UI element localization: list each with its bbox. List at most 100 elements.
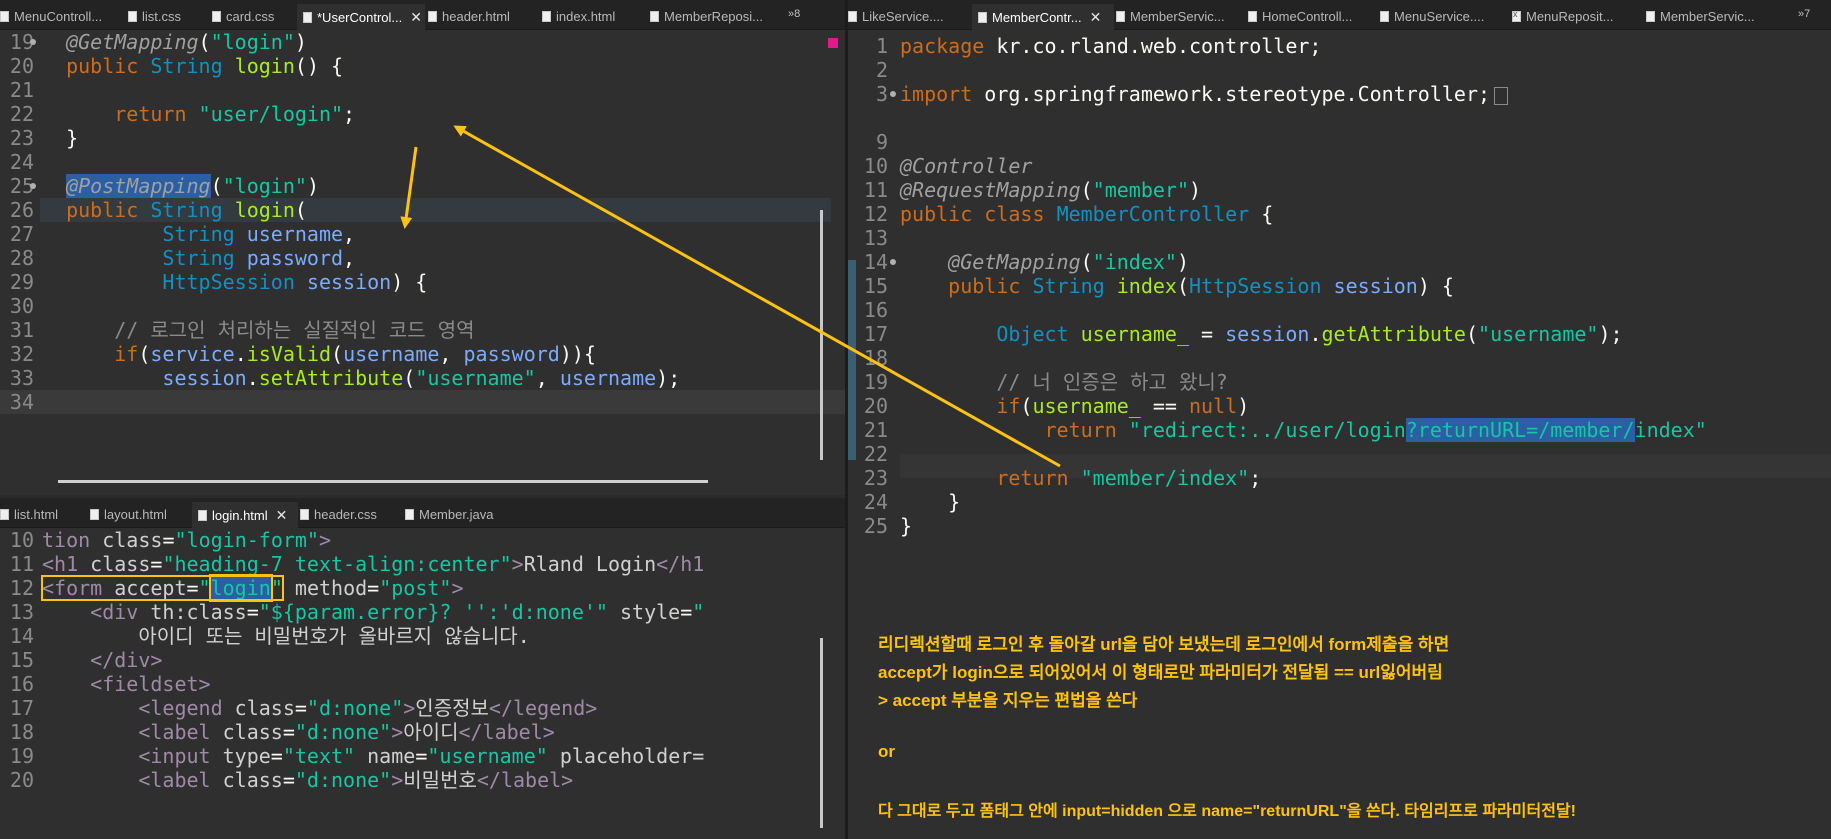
code-line: 23 } xyxy=(9,126,79,150)
java-file-icon xyxy=(1116,10,1125,22)
css-file-icon xyxy=(212,10,221,22)
java-file-icon xyxy=(405,508,414,520)
code-line: 21 return "redirect:../user/login?return… xyxy=(863,418,1707,442)
tab-header-css[interactable]: header.css xyxy=(300,503,400,525)
tab-member-controller[interactable]: MemberContr... ✕ xyxy=(972,4,1114,30)
tab-menu-service[interactable]: MenuService.... xyxy=(1380,5,1508,27)
code-line: 20 if(username_ == null) xyxy=(863,394,1250,418)
java-file-icon xyxy=(1248,10,1257,22)
annotation-line-1: 리디렉션할때 로그인 후 돌아갈 url을 담아 보냈는데 로그인에서 form… xyxy=(878,635,1450,654)
code-line: 26 public String login( xyxy=(9,198,307,222)
java-file-icon xyxy=(0,10,9,22)
html-file-icon xyxy=(428,10,437,22)
vertical-scrollbar[interactable] xyxy=(820,210,823,460)
tab-member-service[interactable]: MemberServic... xyxy=(1116,5,1248,27)
code-line: 14 아이디 또는 비밀번호가 올바르지 않습니다. xyxy=(9,624,530,648)
java-file-icon xyxy=(1646,10,1655,22)
code-line: 20 public String login() { xyxy=(9,54,344,78)
tab-index-html[interactable]: index.html xyxy=(542,5,637,27)
code-line: 19 @GetMapping("login") xyxy=(9,30,307,54)
code-line: 19 // 너 인증은 하고 왔니? xyxy=(863,370,1228,394)
code-line: 13 <div th:class="${param.error}? '':'d:… xyxy=(9,600,705,624)
tab-member-service-2[interactable]: MemberServic... xyxy=(1646,5,1776,27)
code-line: 31 // 로그인 처리하는 실질적인 코드 영역 xyxy=(9,318,475,342)
code-line: 28 String password, xyxy=(9,246,356,270)
tab-overflow-button[interactable]: »7 xyxy=(1798,8,1810,20)
member-controller-pane: LikeService.... MemberContr... ✕ MemberSe… xyxy=(848,0,1831,839)
code-line: 2 xyxy=(875,58,888,82)
editor-tab-bar: MenuControll... list.css card.css *UserC… xyxy=(0,0,845,30)
code-line: 22 return "user/login"; xyxy=(9,102,356,126)
fold-icon[interactable] xyxy=(890,91,896,97)
annotation-line-3: > accept 부분을 지우는 편법을 쓴다 xyxy=(878,691,1138,710)
code-line: 11 <h1 class="heading-7 text-align:center… xyxy=(9,552,705,576)
fold-icon[interactable] xyxy=(30,39,36,45)
annotation-line-5: 다 그대로 두고 폼태그 안에 input=hidden 으로 name="re… xyxy=(878,803,1576,820)
html-file-icon xyxy=(90,508,99,520)
code-line: 12 public class MemberController { xyxy=(863,202,1274,226)
annotation-line-2: accept가 login으로 되어있어서 이 형태로만 파라미터가 전달됨 =… xyxy=(878,663,1443,682)
tab-user-controller[interactable]: *UserControl... ✕ xyxy=(297,4,425,30)
horizontal-scrollbar[interactable] xyxy=(58,480,708,483)
close-icon[interactable]: ✕ xyxy=(276,507,288,524)
code-line: 33 session.setAttribute("username", user… xyxy=(9,366,681,390)
code-line: 20 <label class="d:none">비밀번호</label> xyxy=(9,768,574,792)
code-line: 19 <input type="text" name="username" pl… xyxy=(9,744,705,768)
tab-menu-repository[interactable]: MenuReposit... xyxy=(1512,5,1640,27)
error-marker-icon[interactable] xyxy=(828,38,838,48)
code-line: 13 xyxy=(863,226,888,250)
code-line: 24 xyxy=(9,150,34,174)
code-line: 32 if(service.isValid(username, password… xyxy=(9,342,596,366)
code-line: 9 xyxy=(875,130,888,154)
code-line: 27 String username, xyxy=(9,222,356,246)
css-file-icon xyxy=(300,508,309,520)
tab-like-service[interactable]: LikeService.... xyxy=(848,5,970,27)
java-file-error-icon xyxy=(1512,9,1521,22)
code-line: 23 return "member/index"; xyxy=(863,466,1262,490)
tab-member-repository[interactable]: MemberReposi... xyxy=(650,5,770,27)
java-file-icon xyxy=(978,11,987,23)
code-line: 34 xyxy=(0,390,845,414)
code-editor[interactable]: 19 @GetMapping("login") 20 public String… xyxy=(0,30,845,495)
code-line: 15 public String index(HttpSession sessi… xyxy=(863,274,1454,298)
tab-layout-html[interactable]: layout.html xyxy=(90,503,190,525)
code-line: 21 xyxy=(9,78,34,102)
tab-home-controller[interactable]: HomeControll... xyxy=(1248,5,1378,27)
tab-menu-controller[interactable]: MenuControll... xyxy=(0,5,108,27)
form-tag-highlight-box: <form accept="login" xyxy=(41,574,284,602)
tab-member-java[interactable]: Member.java xyxy=(405,503,515,525)
tab-overflow-button[interactable]: »8 xyxy=(788,8,800,20)
collapsed-imports-box[interactable] xyxy=(1494,86,1509,105)
code-line: 10 @Controller xyxy=(863,154,1033,178)
code-line: 12 <form accept="login" method="post"> xyxy=(9,574,464,602)
code-line: 17 Object username_ = session.getAttribu… xyxy=(863,322,1623,346)
code-line: 29 HttpSession session) { xyxy=(9,270,428,294)
code-line: 25} xyxy=(863,514,913,538)
html-file-icon xyxy=(0,508,9,520)
java-file-icon xyxy=(848,10,857,22)
vertical-scrollbar[interactable] xyxy=(820,638,823,828)
code-line: 25 @PostMapping("login") xyxy=(9,174,319,198)
java-file-icon xyxy=(1380,10,1389,22)
tab-list-html[interactable]: list.html xyxy=(0,503,80,525)
annotation-line-4: or xyxy=(878,742,895,761)
tab-login-html[interactable]: login.html ✕ xyxy=(192,502,298,528)
fold-icon[interactable] xyxy=(30,183,36,189)
login-html-pane: list.html layout.html login.html ✕ header… xyxy=(0,498,845,839)
code-editor[interactable]: 1 package kr.co.rland.web.controller; 2 3… xyxy=(848,34,1831,839)
html-file-icon xyxy=(198,509,207,521)
close-icon[interactable]: ✕ xyxy=(1090,9,1102,26)
fold-icon[interactable] xyxy=(890,259,896,265)
code-line: 18 <label class="d:none">아이디</label> xyxy=(9,720,555,744)
tab-list-css[interactable]: list.css xyxy=(128,5,208,27)
editor-tab-bar: LikeService.... MemberContr... ✕ MemberSe… xyxy=(848,0,1831,30)
code-editor[interactable]: 10 tion class="login-form"> 11 <h1 class="… xyxy=(0,528,845,839)
close-icon[interactable]: ✕ xyxy=(410,9,422,26)
java-file-icon xyxy=(303,11,312,23)
tab-card-css[interactable]: card.css xyxy=(212,5,302,27)
css-file-icon xyxy=(128,10,137,22)
code-line: 16 xyxy=(863,298,888,322)
code-line: 10 tion class="login-form"> xyxy=(9,528,332,552)
tab-header-html[interactable]: header.html xyxy=(428,5,528,27)
code-line: 24 } xyxy=(863,490,961,514)
